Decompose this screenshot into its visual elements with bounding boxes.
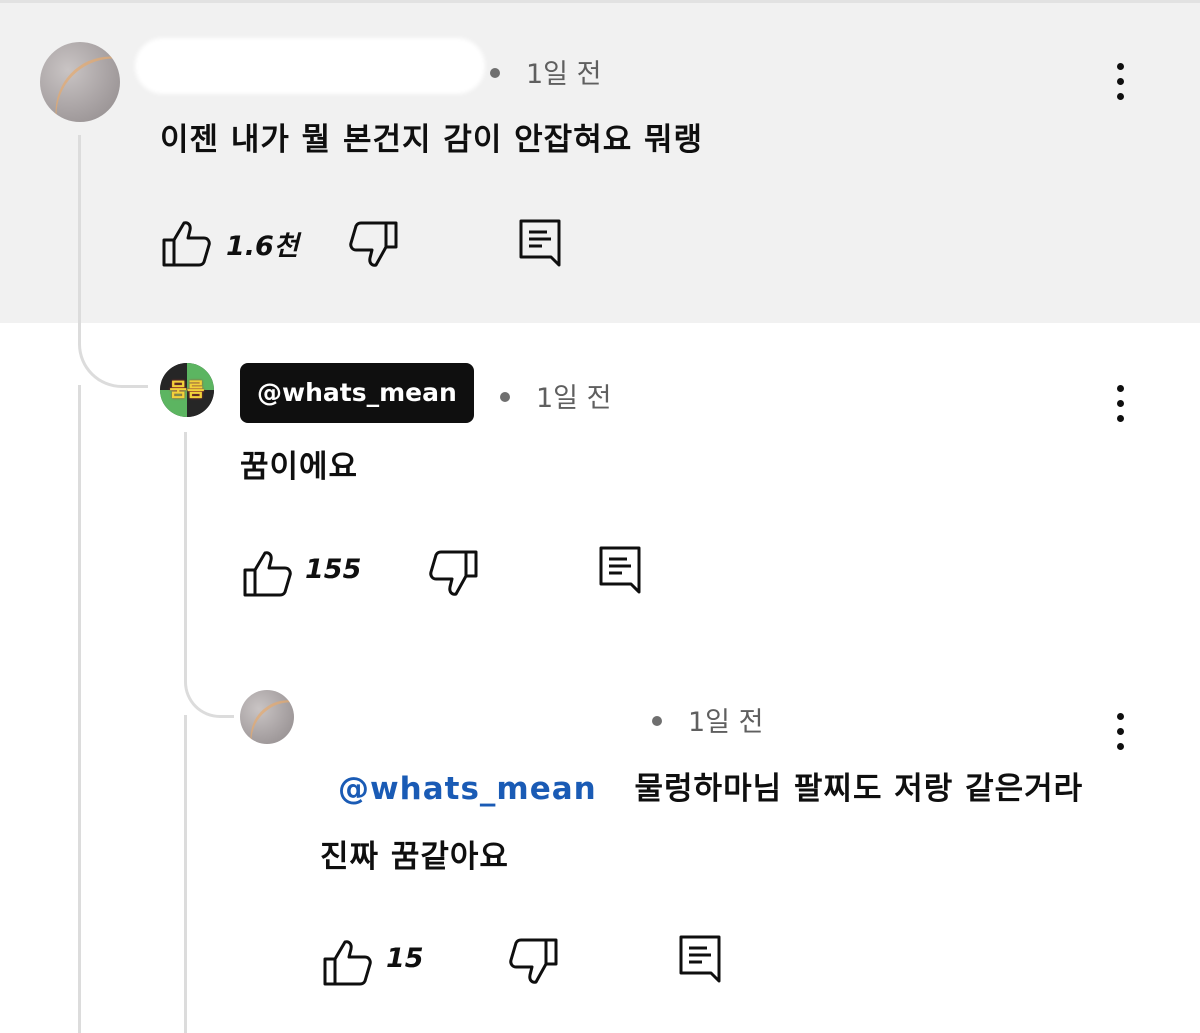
thumbs-up-icon [162,221,211,267]
thumbs-down-icon [349,221,398,267]
dislike-button[interactable] [428,549,480,603]
comment-timestamp: 1일 전 [490,52,601,91]
comment-text: 이젠 내가 뭘 본건지 감이 안잡혀요 뭐랭 [160,122,704,158]
thumbs-up-icon [243,551,292,597]
reply-icon [599,546,641,594]
more-vert-icon[interactable] [1115,713,1125,758]
thumbs-down-icon [509,938,558,984]
avatar[interactable]: 뭄름 [160,363,214,417]
thread-line [184,432,187,667]
avatar[interactable] [40,42,120,122]
thread-connector [184,662,234,718]
like-button[interactable] [241,548,293,602]
dislike-button[interactable] [348,220,400,274]
thread-line [184,715,187,1033]
like-count: 1.6천 [226,231,299,262]
comment-text-line: 물렁하마님 팔찌도 저랑 같은거라 [634,771,1084,807]
comment-timestamp: 1일 전 [500,376,611,415]
comment-timestamp: 1일 전 [652,700,763,739]
redacted-author-name [135,38,485,94]
like-button[interactable] [321,937,373,991]
mention-link[interactable]: @whats_mean [338,771,597,807]
avatar[interactable] [240,690,294,744]
comment-text-line: 진짜 꿈같아요 [320,839,509,875]
reply-icon [679,935,721,983]
reply-button[interactable] [518,218,562,274]
like-button[interactable] [160,218,212,272]
like-count: 155 [305,554,362,585]
more-vert-icon[interactable] [1115,385,1125,430]
reply-button[interactable] [598,545,642,601]
thread-line [78,385,81,1033]
comment-text: 꿈이에요 [240,449,359,485]
reply-icon [519,219,561,267]
author-name[interactable]: @whats_mean [240,363,474,423]
reply-button[interactable] [678,934,722,990]
thumbs-down-icon [429,550,478,596]
more-vert-icon[interactable] [1115,63,1125,108]
like-count: 15 [386,943,424,974]
redacted-author-name [310,692,630,740]
thumbs-up-icon [323,940,372,986]
thread-connector [78,330,148,388]
dislike-button[interactable] [508,937,560,991]
thread-line [78,135,81,345]
comment-text: @whats_mean 물렁하마님 팔찌도 저랑 같은거라 [338,763,1083,808]
